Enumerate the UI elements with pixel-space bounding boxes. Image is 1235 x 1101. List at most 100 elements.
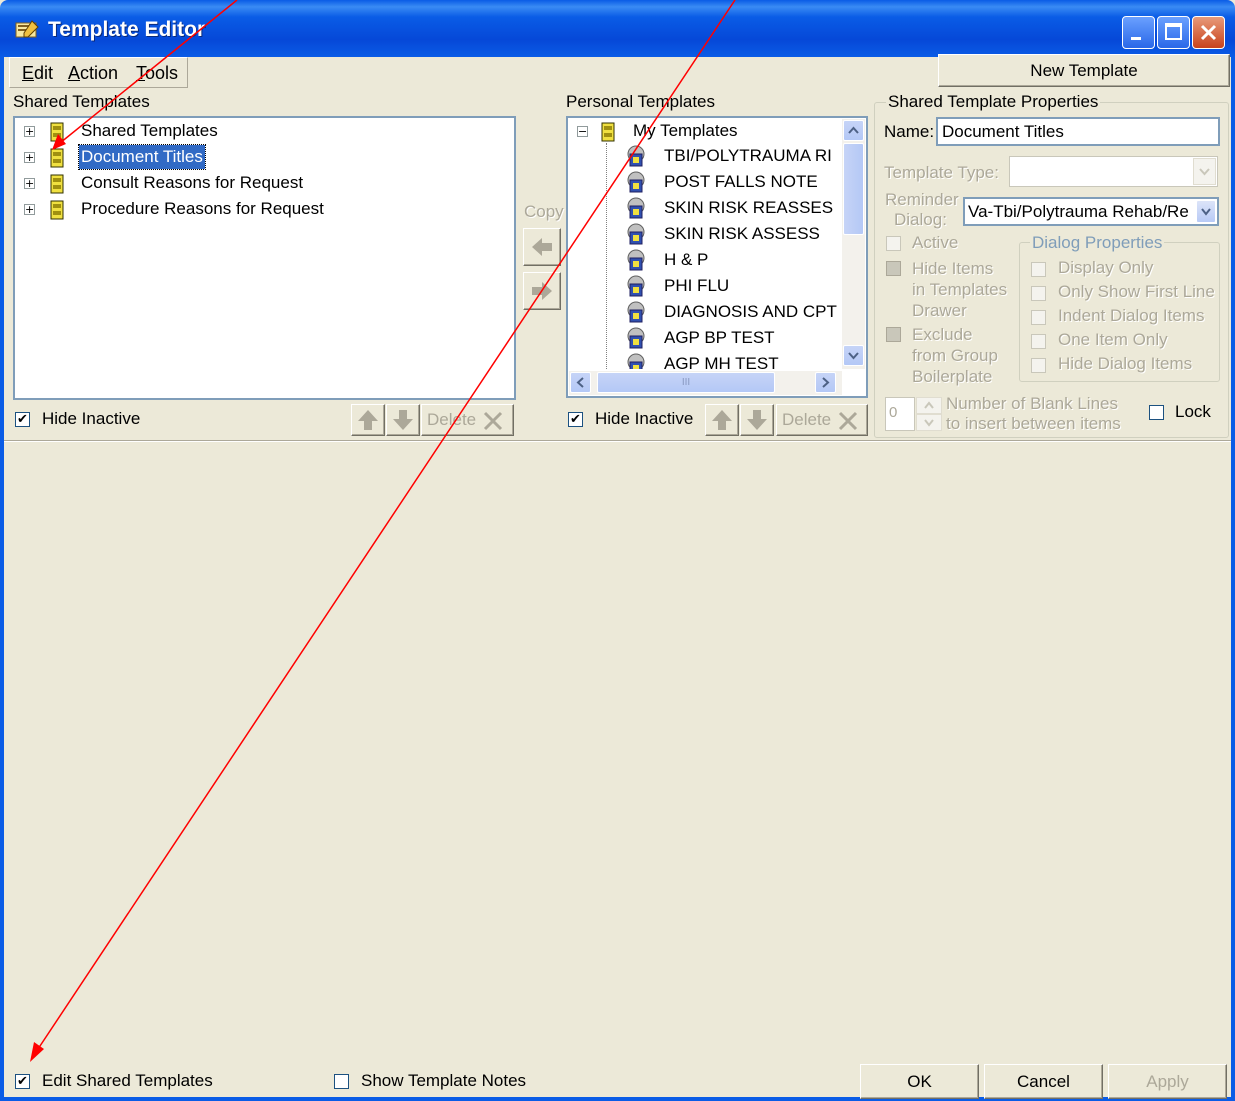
- personal-scroll-up-button[interactable]: [843, 120, 864, 141]
- expand-shared-templates[interactable]: +: [24, 126, 35, 137]
- lock-checkbox[interactable]: [1149, 405, 1164, 420]
- edit-shared-templates-checkbox[interactable]: ✔: [15, 1074, 30, 1089]
- personal-scroll-left-button[interactable]: [570, 372, 591, 393]
- shared-hide-inactive-checkbox[interactable]: ✔: [15, 412, 30, 427]
- one-item-only-checkbox[interactable]: [1031, 334, 1046, 349]
- properties-header: Shared Template Properties: [886, 92, 1101, 112]
- display-only-label: Display Only: [1058, 258, 1154, 277]
- shared-item-consult-reasons[interactable]: Consult Reasons for Request: [81, 171, 303, 195]
- folder-cabinet-icon: [50, 174, 64, 194]
- personal-item[interactable]: PHI FLU: [664, 274, 729, 298]
- minimize-button[interactable]: [1122, 16, 1155, 49]
- arrow-down-icon: [393, 410, 413, 430]
- shared-delete-label: Delete: [427, 410, 477, 429]
- personal-item[interactable]: SKIN RISK REASSES: [664, 196, 833, 220]
- personal-move-down-button[interactable]: [740, 404, 774, 436]
- shared-templates-header: Shared Templates: [13, 92, 150, 111]
- shared-item-procedure-reasons[interactable]: Procedure Reasons for Request: [81, 197, 324, 221]
- shared-delete-button[interactable]: Delete: [421, 404, 514, 436]
- name-input[interactable]: Document Titles: [936, 117, 1220, 146]
- personal-item[interactable]: H & P: [664, 248, 708, 272]
- template-type-select[interactable]: [1009, 156, 1218, 187]
- personal-templates-header: Personal Templates: [566, 92, 715, 111]
- one-item-only-label: One Item Only: [1058, 330, 1168, 349]
- personal-item-icon-2: [624, 196, 662, 225]
- personal-item[interactable]: DIAGNOSIS AND CPT: [664, 300, 837, 324]
- personal-item[interactable]: AGP BP TEST: [664, 326, 775, 350]
- personal-item-icon-4: [624, 248, 662, 277]
- active-checkbox[interactable]: [886, 236, 901, 251]
- personal-delete-button[interactable]: Delete: [776, 404, 868, 436]
- personal-vscroll-thumb[interactable]: [843, 143, 864, 235]
- menu-tools[interactable]: Tools: [136, 63, 178, 84]
- arrow-up-icon: [358, 410, 378, 430]
- lock-label: Lock: [1175, 402, 1211, 421]
- reminder-dialog-icon: [627, 353, 645, 369]
- reminder-dialog-label-1: Reminder: [885, 190, 959, 209]
- hide-items-checkbox[interactable]: [886, 261, 901, 276]
- reminder-dialog-label-2: Dialog:: [894, 210, 947, 229]
- show-template-notes-checkbox[interactable]: [334, 1074, 349, 1089]
- reminder-dialog-icon: [627, 301, 645, 323]
- personal-item[interactable]: SKIN RISK ASSESS: [664, 222, 820, 246]
- expand-procedure-reasons[interactable]: +: [24, 204, 35, 215]
- delete-x-icon: [838, 411, 857, 430]
- maximize-button[interactable]: [1157, 16, 1190, 49]
- indent-dialog-items-checkbox[interactable]: [1031, 310, 1046, 325]
- close-button[interactable]: [1192, 16, 1225, 49]
- personal-item[interactable]: TBI/POLYTRAUMA RI: [664, 144, 832, 168]
- hide-dialog-items-checkbox[interactable]: [1031, 358, 1046, 373]
- new-template-button[interactable]: New Template: [938, 54, 1230, 87]
- editor-area: [4, 442, 1231, 1060]
- ok-button[interactable]: OK: [860, 1064, 979, 1099]
- tree-line: [606, 143, 607, 369]
- show-template-notes-label: Show Template Notes: [361, 1071, 527, 1090]
- arrow-down-icon: [747, 410, 767, 430]
- copy-to-personal-button[interactable]: [523, 272, 561, 310]
- reminder-dialog-dropdown-button[interactable]: [1196, 200, 1216, 223]
- hide-items-label-2: in Templates: [912, 280, 1008, 299]
- new-template-label: New Template: [1030, 61, 1138, 80]
- maximize-icon: [1165, 23, 1182, 40]
- reminder-dialog-icon: [627, 171, 645, 193]
- template-type-label: Template Type:: [884, 163, 999, 182]
- personal-hscroll-thumb[interactable]: III: [597, 372, 775, 393]
- apply-button[interactable]: Apply: [1108, 1064, 1227, 1099]
- personal-item-icon-5: [624, 274, 662, 303]
- collapse-my-templates[interactable]: −: [577, 126, 588, 137]
- name-label: Name:: [884, 122, 935, 141]
- shared-move-down-button[interactable]: [386, 404, 420, 436]
- blank-lines-input[interactable]: 0: [885, 397, 915, 431]
- personal-item[interactable]: AGP MH TEST: [664, 352, 779, 369]
- copy-to-shared-button[interactable]: [523, 228, 561, 266]
- blank-lines-label-1: Number of Blank Lines: [946, 394, 1118, 413]
- personal-scroll-right-button[interactable]: [815, 372, 836, 393]
- personal-hide-inactive-checkbox[interactable]: ✔: [568, 412, 583, 427]
- reminder-dialog-select[interactable]: Va-Tbi/Polytrauma Rehab/Re: [963, 197, 1219, 226]
- blank-lines-spin-down[interactable]: [916, 414, 942, 431]
- only-show-first-line-checkbox[interactable]: [1031, 286, 1046, 301]
- shared-hide-inactive-label: Hide Inactive: [42, 409, 141, 428]
- personal-move-up-button[interactable]: [705, 404, 739, 436]
- shared-item-document-titles[interactable]: Document Titles: [78, 144, 206, 170]
- expand-consult-reasons[interactable]: +: [24, 178, 35, 189]
- exclude-boilerplate-checkbox[interactable]: [886, 327, 901, 342]
- reminder-dialog-icon: [627, 197, 645, 219]
- cancel-button[interactable]: Cancel: [984, 1064, 1103, 1099]
- menu-action[interactable]: Action: [68, 63, 118, 84]
- template-type-dropdown-button[interactable]: [1193, 158, 1216, 185]
- shared-item-shared-templates[interactable]: Shared Templates: [81, 119, 218, 143]
- blank-lines-spin-up[interactable]: [916, 397, 942, 414]
- reminder-dialog-icon: [627, 145, 645, 167]
- expand-document-titles[interactable]: +: [24, 152, 35, 163]
- chevron-left-icon: [576, 377, 584, 388]
- personal-root-my-templates[interactable]: My Templates: [633, 119, 738, 143]
- hide-items-label-1: Hide Items: [912, 259, 994, 278]
- personal-scroll-down-button[interactable]: [843, 345, 864, 366]
- folder-cabinet-icon: [50, 200, 64, 220]
- personal-item[interactable]: POST FALLS NOTE: [664, 170, 818, 194]
- folder-cabinet-icon: [50, 148, 64, 168]
- display-only-checkbox[interactable]: [1031, 262, 1046, 277]
- shared-move-up-button[interactable]: [351, 404, 385, 436]
- menu-edit[interactable]: Edit: [22, 63, 53, 84]
